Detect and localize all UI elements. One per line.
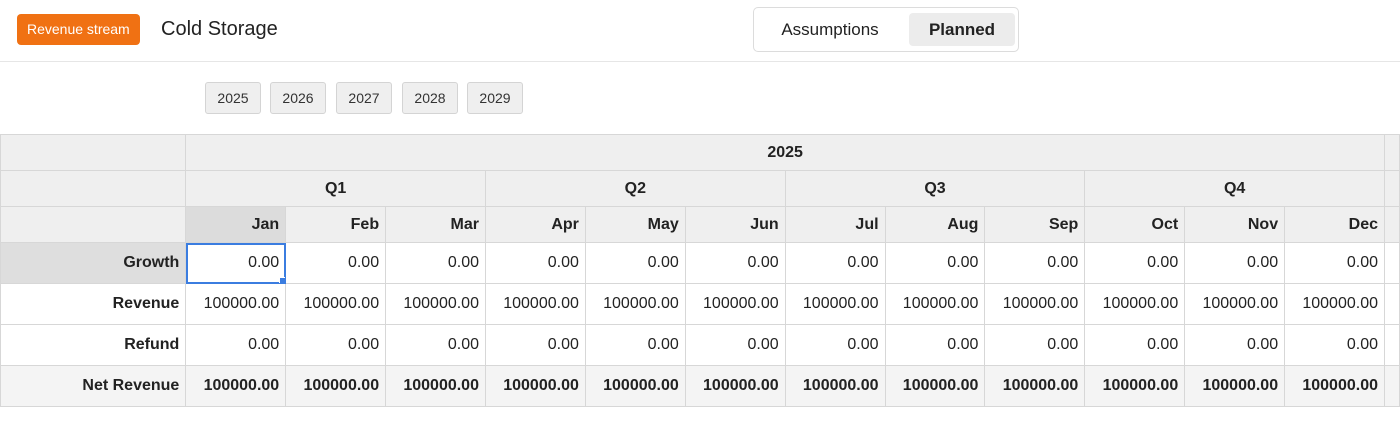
- cell-net-revenue-jun[interactable]: 100000.00: [684, 365, 786, 407]
- cell-net-revenue-sep[interactable]: 100000.00: [984, 365, 1086, 407]
- quarter-header: Q2: [484, 170, 786, 207]
- month-header: Nov: [1184, 206, 1286, 243]
- cell-refund-nov[interactable]: 0.00: [1184, 324, 1286, 366]
- quarter-header: Q3: [784, 170, 1086, 207]
- row-net-revenue: Net Revenue 100000.00 100000.00 100000.00 10…: [0, 365, 1400, 407]
- row-label-refund: Refund: [0, 324, 187, 366]
- cell-net-revenue-jan[interactable]: 100000.00: [185, 365, 287, 407]
- row-label-net-revenue: Net Revenue: [0, 365, 187, 407]
- row-growth: Growth 0.00 0.00 0.00 0.00 0.00 0.00 0.00 0.00 0.…: [0, 242, 1400, 284]
- year-chip-2025[interactable]: 2025: [205, 82, 261, 114]
- cell-refund-jan[interactable]: 0.00: [185, 324, 287, 366]
- cell-revenue-may[interactable]: 100000.00: [584, 283, 686, 325]
- cell-growth-apr[interactable]: 0.00: [484, 242, 586, 284]
- cell-revenue-jun[interactable]: 100000.00: [684, 283, 786, 325]
- grid-edge: [1384, 283, 1400, 325]
- grid-edge: [1384, 365, 1400, 407]
- cell-net-revenue-mar[interactable]: 100000.00: [385, 365, 486, 407]
- cell-net-revenue-jul[interactable]: 100000.00: [784, 365, 886, 407]
- grid-corner: [0, 170, 187, 207]
- cell-revenue-nov[interactable]: 100000.00: [1184, 283, 1286, 325]
- cell-refund-feb[interactable]: 0.00: [285, 324, 387, 366]
- cell-refund-jun[interactable]: 0.00: [684, 324, 786, 366]
- quarter-header: Q1: [185, 170, 486, 207]
- month-header: Aug: [884, 206, 986, 243]
- month-header: Sep: [984, 206, 1086, 243]
- cell-growth-may[interactable]: 0.00: [584, 242, 686, 284]
- cell-refund-oct[interactable]: 0.00: [1084, 324, 1186, 366]
- month-header: Mar: [385, 206, 486, 243]
- cell-revenue-apr[interactable]: 100000.00: [484, 283, 586, 325]
- tab-planned[interactable]: Planned: [909, 13, 1015, 46]
- cell-net-revenue-nov[interactable]: 100000.00: [1184, 365, 1286, 407]
- month-header: Jan: [185, 206, 287, 243]
- year-chip-2027[interactable]: 2027: [336, 82, 392, 114]
- cell-net-revenue-feb[interactable]: 100000.00: [285, 365, 387, 407]
- stream-title: Cold Storage: [161, 18, 278, 40]
- year-chip-2028[interactable]: 2028: [402, 82, 458, 114]
- cell-revenue-jul[interactable]: 100000.00: [784, 283, 886, 325]
- revenue-stream-badge[interactable]: Revenue stream: [17, 14, 140, 45]
- month-header: Apr: [484, 206, 586, 243]
- grid-edge: [1384, 242, 1400, 284]
- row-refund: Refund 0.00 0.00 0.00 0.00 0.00 0.00 0.00 0.00 0.…: [0, 324, 1400, 366]
- cell-refund-sep[interactable]: 0.00: [984, 324, 1086, 366]
- top-bar: Revenue stream Cold Storage Assumptions …: [0, 0, 1400, 62]
- cell-net-revenue-apr[interactable]: 100000.00: [484, 365, 586, 407]
- cell-growth-jan[interactable]: 0.00: [185, 242, 287, 284]
- cell-net-revenue-dec[interactable]: 100000.00: [1284, 365, 1385, 407]
- cell-revenue-aug[interactable]: 100000.00: [884, 283, 986, 325]
- cell-revenue-dec[interactable]: 100000.00: [1284, 283, 1385, 325]
- row-label-revenue: Revenue: [0, 283, 187, 325]
- cell-growth-oct[interactable]: 0.00: [1084, 242, 1186, 284]
- cell-revenue-jan[interactable]: 100000.00: [185, 283, 287, 325]
- tab-assumptions[interactable]: Assumptions: [760, 13, 900, 46]
- row-label-growth: Growth: [0, 242, 187, 284]
- year-header: 2025: [185, 134, 1385, 171]
- month-header: Feb: [285, 206, 387, 243]
- cell-growth-jul[interactable]: 0.00: [784, 242, 886, 284]
- month-header: Jul: [784, 206, 886, 243]
- grid-corner: [0, 134, 187, 171]
- cell-refund-may[interactable]: 0.00: [584, 324, 686, 366]
- month-header: May: [584, 206, 686, 243]
- cell-growth-sep[interactable]: 0.00: [984, 242, 1086, 284]
- cell-revenue-oct[interactable]: 100000.00: [1084, 283, 1186, 325]
- cell-refund-mar[interactable]: 0.00: [385, 324, 486, 366]
- cell-revenue-sep[interactable]: 100000.00: [984, 283, 1086, 325]
- quarter-header: Q4: [1084, 170, 1385, 207]
- cell-revenue-mar[interactable]: 100000.00: [385, 283, 486, 325]
- grid-edge: [1384, 324, 1400, 366]
- cell-refund-aug[interactable]: 0.00: [884, 324, 986, 366]
- grid-edge: [1384, 206, 1400, 243]
- cell-growth-nov[interactable]: 0.00: [1184, 242, 1286, 284]
- cell-refund-jul[interactable]: 0.00: [784, 324, 886, 366]
- grid-corner: [0, 206, 187, 243]
- cell-net-revenue-may[interactable]: 100000.00: [584, 365, 686, 407]
- year-chip-2029[interactable]: 2029: [467, 82, 523, 114]
- cell-net-revenue-aug[interactable]: 100000.00: [884, 365, 986, 407]
- cell-revenue-feb[interactable]: 100000.00: [285, 283, 387, 325]
- cell-growth-jun[interactable]: 0.00: [684, 242, 786, 284]
- row-revenue: Revenue 100000.00 100000.00 100000.00 100000…: [0, 283, 1400, 325]
- month-header: Oct: [1084, 206, 1186, 243]
- cell-refund-dec[interactable]: 0.00: [1284, 324, 1385, 366]
- cell-growth-feb[interactable]: 0.00: [285, 242, 387, 284]
- planning-grid: 2025 Q1 Q2 Q3 Q4 Jan Feb Mar Apr May Jun Jul Au…: [0, 134, 1400, 407]
- cell-net-revenue-oct[interactable]: 100000.00: [1084, 365, 1186, 407]
- month-header: Jun: [684, 206, 786, 243]
- cell-growth-aug[interactable]: 0.00: [884, 242, 986, 284]
- month-header: Dec: [1284, 206, 1385, 243]
- view-toggle: Assumptions Planned: [753, 7, 1019, 52]
- cell-growth-dec[interactable]: 0.00: [1284, 242, 1385, 284]
- grid-edge: [1384, 170, 1400, 207]
- year-chip-2026[interactable]: 2026: [270, 82, 326, 114]
- cell-refund-apr[interactable]: 0.00: [484, 324, 586, 366]
- cell-growth-mar[interactable]: 0.00: [385, 242, 486, 284]
- grid-edge: [1384, 134, 1400, 171]
